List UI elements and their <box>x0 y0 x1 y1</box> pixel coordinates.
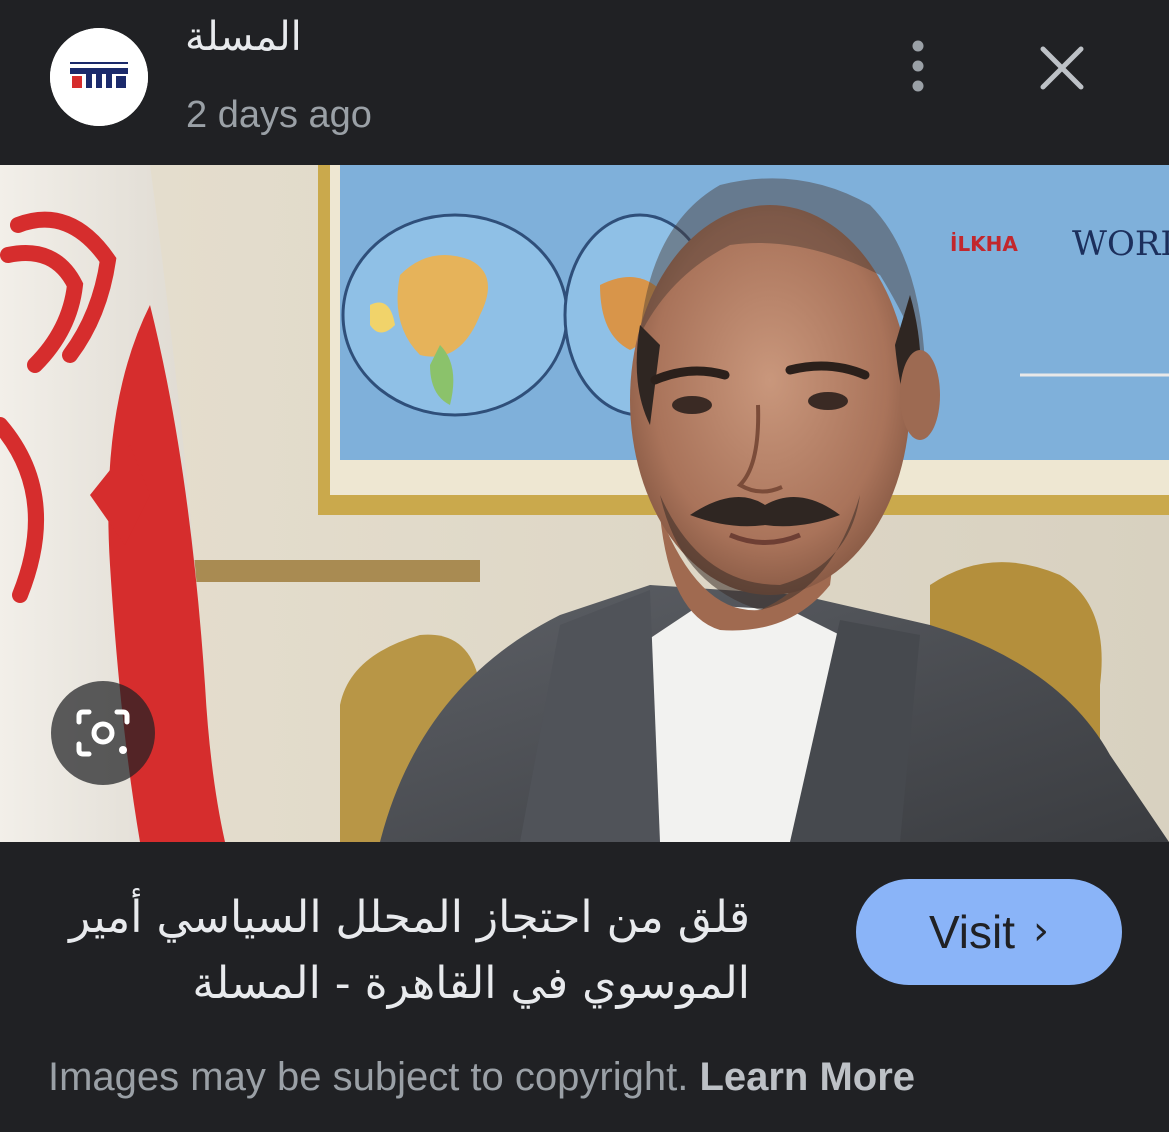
source-name[interactable]: المسلة <box>185 14 302 60</box>
chevron-right-icon: › <box>1033 908 1050 954</box>
more-vert-icon <box>912 40 924 92</box>
google-lens-button[interactable] <box>51 681 155 785</box>
source-logo[interactable] <box>50 28 148 126</box>
visit-label: Visit <box>928 906 1016 958</box>
result-header: المسلة 2 days ago <box>0 0 1169 165</box>
more-options-button[interactable] <box>893 36 943 96</box>
svg-text:WORL: WORL <box>1072 224 1169 264</box>
close-icon <box>1040 46 1084 90</box>
result-image[interactable]: İLKHA WORL <box>0 165 1169 842</box>
google-lens-icon <box>76 709 130 757</box>
copyright-notice: Images may be subject to copyright. Lear… <box>48 1055 915 1100</box>
learn-more-link[interactable]: Learn More <box>699 1055 915 1099</box>
portrait-photo: İLKHA WORL <box>0 165 1169 842</box>
timestamp: 2 days ago <box>186 94 372 136</box>
close-button[interactable] <box>1030 36 1094 100</box>
article-title[interactable]: قلق من احتجاز المحلل السياسي أمير الموسو… <box>30 885 750 1017</box>
svg-text:İLKHA: İLKHA <box>950 232 1018 256</box>
copyright-text: Images may be subject to copyright. <box>48 1055 700 1099</box>
visit-button[interactable]: Visit › <box>856 879 1122 985</box>
